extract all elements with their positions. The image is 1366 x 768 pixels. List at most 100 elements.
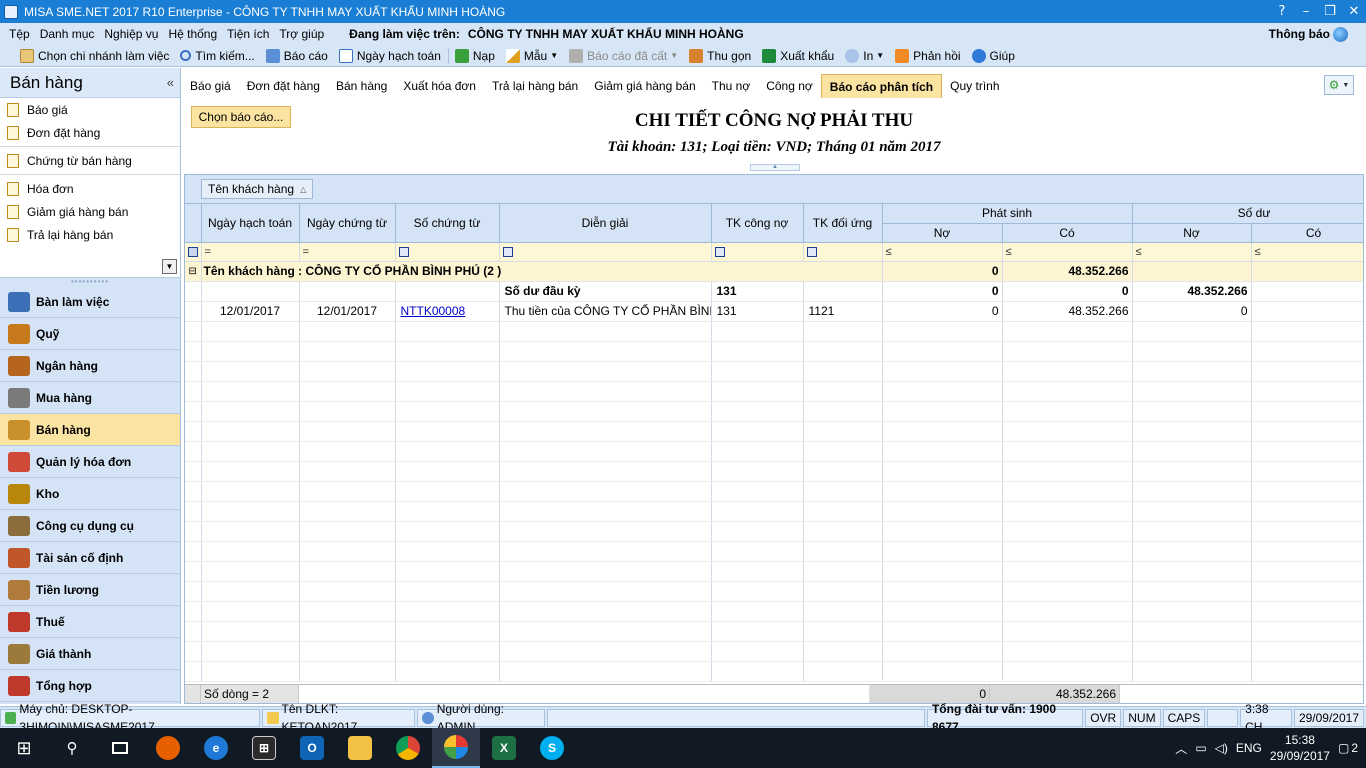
tab-analysis-report[interactable]: Báo cáo phân tích: [820, 74, 943, 98]
subitem-sales-return[interactable]: Trả lại hàng bán: [0, 223, 180, 246]
module-item[interactable]: Tài sản cố định: [0, 542, 180, 574]
col-description[interactable]: Diễn giải: [499, 204, 712, 243]
filter-contra-account[interactable]: [803, 242, 883, 262]
explorer-button[interactable]: [336, 728, 384, 768]
menu-operations[interactable]: Nghiệp vụ: [99, 27, 163, 41]
splitter-handle[interactable]: ▲: [750, 164, 800, 171]
module-item[interactable]: Thuế: [0, 606, 180, 638]
print-dropdown[interactable]: In ▼: [845, 48, 884, 63]
tab-issue-invoice[interactable]: Xuất hóa đơn: [395, 74, 484, 98]
col-balance-debit[interactable]: Nợ: [1132, 223, 1252, 243]
choose-report-button[interactable]: Chọn báo cáo...: [191, 106, 291, 128]
col-arising-debit[interactable]: Nợ: [882, 223, 1003, 243]
tab-sales[interactable]: Bán hàng: [328, 74, 395, 98]
module-item[interactable]: Công cụ dụng cụ: [0, 510, 180, 542]
module-item[interactable]: Bàn làm việc: [0, 286, 180, 318]
module-item[interactable]: Quản lý hóa đơn: [0, 446, 180, 478]
table-row[interactable]: 12/01/2017 12/01/2017 NTTK00008 Thu tiền…: [185, 301, 1363, 322]
search-taskbar-button[interactable]: ⚲: [48, 728, 96, 768]
module-item[interactable]: Bán hàng: [0, 414, 180, 446]
restore-button[interactable]: ❐: [1318, 4, 1342, 19]
subitem-sales-order[interactable]: Đơn đặt hàng: [0, 121, 180, 144]
col-doc-no[interactable]: Số chứng từ: [395, 204, 500, 243]
doc-no-link[interactable]: NTTK00008: [401, 304, 466, 318]
module-item[interactable]: Tiền lương: [0, 574, 180, 606]
chrome-button[interactable]: [384, 728, 432, 768]
panel-grip[interactable]: ••••••••••: [0, 278, 180, 286]
posting-date-button[interactable]: Ngày hạch toán: [338, 48, 441, 63]
module-item[interactable]: Kho: [0, 478, 180, 510]
col-debt-account[interactable]: TK công nợ: [711, 204, 804, 243]
subitem-quote[interactable]: Báo giá: [0, 98, 180, 121]
notification-center[interactable]: ▢ 2: [1338, 741, 1358, 755]
outlook-button[interactable]: O: [288, 728, 336, 768]
saved-report-dropdown[interactable]: Báo cáo đã cất ▼: [569, 48, 678, 63]
subitem-sales-discount[interactable]: Giảm giá hàng bán: [0, 200, 180, 223]
choose-branch-button[interactable]: Chọn chi nhánh làm việc: [20, 48, 169, 63]
volume-icon[interactable]: ◁): [1215, 741, 1228, 755]
module-item[interactable]: Mua hàng: [0, 382, 180, 414]
subitem-invoice[interactable]: Hóa đơn: [0, 177, 180, 200]
task-view-button[interactable]: [96, 728, 144, 768]
load-button[interactable]: Nạp: [454, 48, 495, 63]
chevron-up-icon[interactable]: ︿: [1175, 740, 1187, 757]
filter-doc-no[interactable]: [395, 242, 500, 262]
group-by-chip[interactable]: Tên khách hàng △: [201, 179, 314, 199]
tab-sales-return[interactable]: Trả lại hàng bán: [484, 74, 586, 98]
template-dropdown[interactable]: Mẫu ▼: [505, 48, 558, 63]
start-button[interactable]: ⊞: [0, 728, 48, 768]
col-group-balance[interactable]: Số dư: [1132, 204, 1363, 224]
tab-debt-collection[interactable]: Thu nợ: [704, 74, 759, 98]
col-group-arising[interactable]: Phát sinh: [882, 204, 1133, 224]
network-icon[interactable]: ▭: [1195, 741, 1206, 755]
opening-balance-row[interactable]: Số dư đầu kỳ 131 0 0 48.352.266 0: [185, 281, 1363, 302]
menu-help[interactable]: Trợ giúp: [274, 27, 329, 41]
clock[interactable]: 15:38 29/09/2017: [1270, 732, 1330, 764]
keyboard-language[interactable]: ENG: [1236, 741, 1262, 755]
store-button[interactable]: ⊞: [240, 728, 288, 768]
settings-dropdown[interactable]: ⚙ ▼: [1324, 75, 1354, 95]
tab-receivables[interactable]: Công nợ: [758, 74, 821, 98]
filter-description[interactable]: [499, 242, 712, 262]
col-posting-date[interactable]: Ngày hạch toán: [201, 204, 300, 243]
help-window-button[interactable]: ?: [1270, 4, 1294, 19]
firefox-button[interactable]: [144, 728, 192, 768]
skype-button[interactable]: S: [528, 728, 576, 768]
col-contra-account[interactable]: TK đối ứng: [803, 204, 883, 243]
filter-debt-account[interactable]: [711, 242, 804, 262]
search-button[interactable]: Tìm kiếm...: [180, 49, 255, 63]
filter-balance-credit[interactable]: ≤: [1251, 242, 1363, 262]
notification-button[interactable]: Thông báo: [1269, 26, 1348, 42]
filter-balance-debit[interactable]: ≤: [1132, 242, 1252, 262]
collapse-panel-icon[interactable]: «: [167, 75, 174, 90]
col-doc-date[interactable]: Ngày chứng từ: [299, 204, 396, 243]
module-item[interactable]: Giá thành: [0, 638, 180, 670]
help-button[interactable]: Giúp: [971, 48, 1015, 63]
filter-doc-date[interactable]: =: [299, 242, 396, 262]
filter-arising-credit[interactable]: ≤: [1002, 242, 1133, 262]
filter-arising-debit[interactable]: ≤: [882, 242, 1003, 262]
module-item[interactable]: Quỹ: [0, 318, 180, 350]
scroll-down-button[interactable]: ▼: [162, 259, 177, 274]
report-button[interactable]: Báo cáo: [265, 48, 328, 63]
export-button[interactable]: Xuất khẩu: [762, 48, 834, 63]
subitem-sales-voucher[interactable]: Chứng từ bán hàng: [0, 149, 180, 172]
filter-clear-icon[interactable]: [185, 242, 202, 262]
group-row[interactable]: ⊟ Tên khách hàng : CÔNG TY CỔ PHẦN BÌNH …: [185, 261, 1363, 282]
tab-sales-order[interactable]: Đơn đặt hàng: [239, 74, 328, 98]
collapse-button[interactable]: Thu gọn: [689, 48, 751, 63]
misa-button[interactable]: [432, 728, 480, 768]
menu-file[interactable]: Tệp: [4, 27, 35, 41]
close-button[interactable]: ✕: [1342, 4, 1366, 19]
tab-sales-discount[interactable]: Giảm giá hàng bán: [586, 74, 703, 98]
tab-workflow[interactable]: Quy trình: [942, 74, 1007, 98]
expand-collapse-icon[interactable]: ⊟: [185, 261, 202, 282]
module-item[interactable]: Ngân hàng: [0, 350, 180, 382]
col-arising-credit[interactable]: Có: [1002, 223, 1133, 243]
minimize-button[interactable]: –: [1294, 4, 1318, 19]
feedback-button[interactable]: Phản hồi: [895, 48, 961, 63]
menu-catalog[interactable]: Danh mục: [35, 27, 100, 41]
edge-button[interactable]: e: [192, 728, 240, 768]
filter-posting-date[interactable]: =: [201, 242, 300, 262]
module-item[interactable]: Tổng hợp: [0, 670, 180, 702]
